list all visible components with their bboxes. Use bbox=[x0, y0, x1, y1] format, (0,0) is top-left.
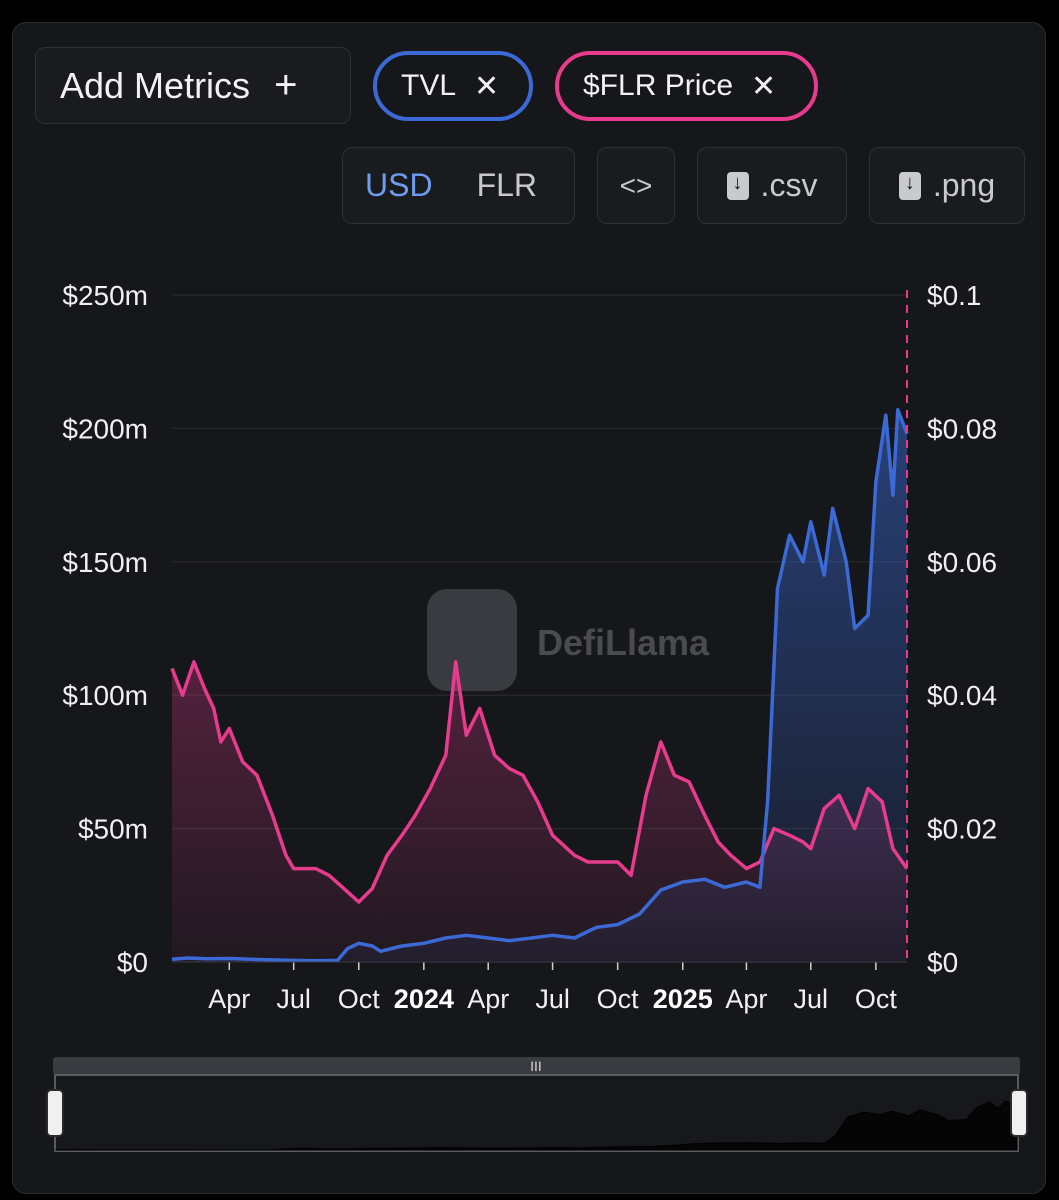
close-icon[interactable]: ✕ bbox=[474, 69, 499, 104]
code-icon: <> bbox=[619, 169, 653, 201]
csv-label: .csv bbox=[760, 167, 818, 203]
plus-icon: + bbox=[274, 63, 298, 107]
file-download-icon bbox=[898, 171, 921, 200]
currency-toggle: USD FLR bbox=[342, 147, 575, 224]
chart-panel: Add Metrics + TVL ✕ $FLR Price ✕ USD FLR… bbox=[12, 22, 1046, 1194]
download-png-button[interactable]: .png bbox=[869, 147, 1025, 224]
png-label: .png bbox=[932, 167, 996, 203]
download-csv-button[interactable]: .csv bbox=[697, 147, 847, 224]
flr-price-tag-label: $FLR Price bbox=[583, 69, 734, 102]
close-icon[interactable]: ✕ bbox=[751, 69, 776, 104]
file-download-icon bbox=[726, 171, 749, 200]
add-metrics-label: Add Metrics bbox=[60, 64, 251, 106]
currency-option-usd[interactable]: USD bbox=[365, 167, 433, 204]
tvl-tag-label: TVL bbox=[401, 69, 457, 102]
tvl-metric-tag[interactable]: TVL ✕ bbox=[373, 51, 533, 121]
currency-option-flr[interactable]: FLR bbox=[477, 167, 537, 204]
embed-button[interactable]: <> bbox=[597, 147, 675, 224]
flr-price-metric-tag[interactable]: $FLR Price ✕ bbox=[555, 51, 818, 121]
add-metrics-button[interactable]: Add Metrics + bbox=[35, 47, 351, 124]
